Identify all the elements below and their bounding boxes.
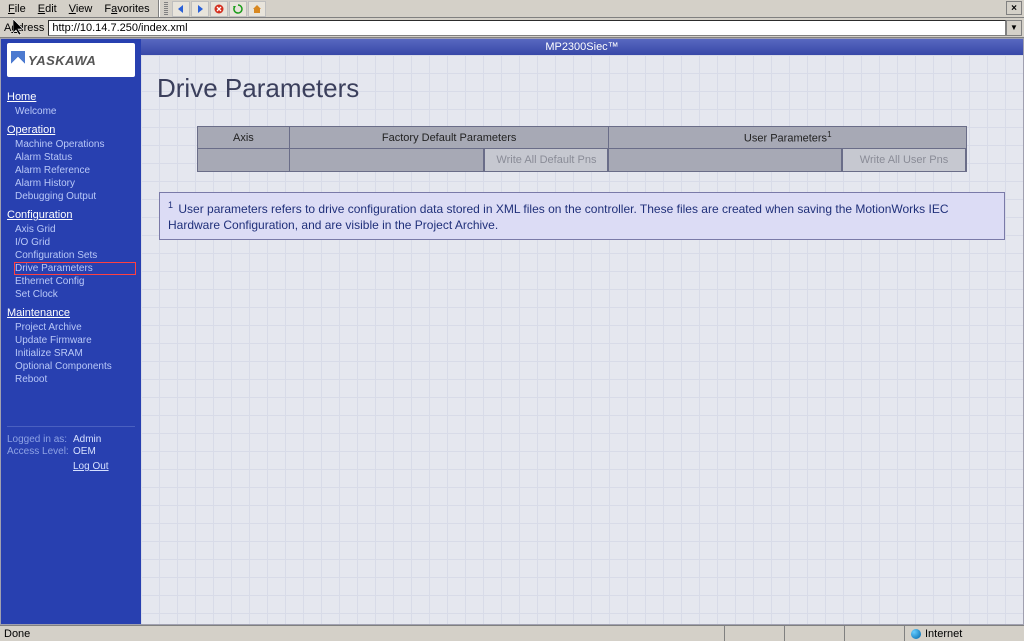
factory-blank xyxy=(290,149,485,171)
user-action-cell: Write All User Pns xyxy=(609,149,967,172)
sidebar: YASKAWA Home Welcome Operation Machine O… xyxy=(1,39,141,624)
footnote-text: User parameters refers to drive configur… xyxy=(168,202,949,232)
factory-action-cell: Write All Default Pns xyxy=(289,149,609,172)
home-button[interactable] xyxy=(248,1,266,17)
nav-section-configuration[interactable]: Configuration xyxy=(7,209,135,221)
status-cell-3 xyxy=(844,626,904,641)
sidebar-item-alarm-reference[interactable]: Alarm Reference xyxy=(15,165,135,176)
forward-button[interactable] xyxy=(191,1,209,17)
parameters-table: Axis Factory Default Parameters User Par… xyxy=(197,126,967,172)
address-dropdown-button[interactable]: ▼ xyxy=(1006,20,1022,36)
col-factory-default: Factory Default Parameters xyxy=(289,127,609,149)
col-axis: Axis xyxy=(198,127,290,149)
back-button[interactable] xyxy=(172,1,190,17)
menu-items: FFileile EditEdit ViewView FavoritesFavo… xyxy=(0,0,159,17)
write-all-user-button[interactable]: Write All User Pns xyxy=(842,149,966,171)
content-area: Drive Parameters Axis Factory Default Pa… xyxy=(141,55,1023,624)
sidebar-item-update-firmware[interactable]: Update Firmware xyxy=(15,335,135,346)
nav-section-maintenance[interactable]: Maintenance xyxy=(7,307,135,319)
sidebar-item-set-clock[interactable]: Set Clock xyxy=(15,289,135,300)
sidebar-item-machine-operations[interactable]: Machine Operations xyxy=(15,139,135,150)
window-close-button[interactable]: × xyxy=(1006,1,1022,15)
menu-file[interactable]: FFileile xyxy=(2,2,32,16)
globe-icon xyxy=(911,629,921,639)
footnote-box: 1 User parameters refers to drive config… xyxy=(159,192,1005,240)
access-level-label: Access Level: xyxy=(7,446,73,457)
logout-link[interactable]: Log Out xyxy=(73,461,135,472)
col-user-parameters: User Parameters1 xyxy=(609,127,967,149)
sidebar-item-welcome[interactable]: Welcome xyxy=(15,106,135,117)
user-blank xyxy=(609,149,842,171)
sidebar-item-drive-parameters[interactable]: Drive Parameters xyxy=(15,263,135,274)
sidebar-item-debugging-output[interactable]: Debugging Output xyxy=(15,191,135,202)
logged-in-as-label: Logged in as: xyxy=(7,434,73,445)
address-input[interactable] xyxy=(48,20,1006,36)
sidebar-item-axis-grid[interactable]: Axis Grid xyxy=(15,224,135,235)
logged-in-as-value: Admin xyxy=(73,434,101,445)
home-icon xyxy=(252,4,262,14)
sidebar-item-optional-components[interactable]: Optional Components xyxy=(15,361,135,372)
menu-favorites[interactable]: FavoritesFavorites xyxy=(98,2,155,16)
axis-cell-empty xyxy=(198,149,290,172)
sidebar-item-io-grid[interactable]: I/O Grid xyxy=(15,237,135,248)
status-cell-2 xyxy=(784,626,844,641)
sidebar-item-project-archive[interactable]: Project Archive xyxy=(15,322,135,333)
brand-text: YASKAWA xyxy=(28,53,96,68)
sidebar-item-ethernet-config[interactable]: Ethernet Config xyxy=(15,276,135,287)
app-container: YASKAWA Home Welcome Operation Machine O… xyxy=(0,38,1024,625)
status-zone-text: Internet xyxy=(925,628,962,640)
write-all-default-button[interactable]: Write All Default Pns xyxy=(484,149,608,171)
toolbar-grip xyxy=(164,2,168,16)
refresh-button[interactable] xyxy=(229,1,247,17)
sidebar-item-initialize-sram[interactable]: Initialize SRAM xyxy=(15,348,135,359)
nav-section-operation[interactable]: Operation xyxy=(7,124,135,136)
status-cell-1 xyxy=(724,626,784,641)
browser-toolbar xyxy=(159,0,267,17)
forward-arrow-icon xyxy=(195,4,205,14)
page-title: Drive Parameters xyxy=(157,73,1007,104)
main: MP2300Siec™ Drive Parameters Axis Factor… xyxy=(141,39,1023,624)
browser-statusbar: Done Internet xyxy=(0,625,1024,641)
menu-edit[interactable]: EditEdit xyxy=(32,2,63,16)
address-label: AddressAddress xyxy=(2,22,48,34)
stop-icon xyxy=(214,4,224,14)
product-titlebar: MP2300Siec™ xyxy=(141,39,1023,55)
back-arrow-icon xyxy=(176,4,186,14)
refresh-icon xyxy=(233,4,243,14)
footnote-marker: 1 xyxy=(168,200,173,210)
nav-section-home[interactable]: Home xyxy=(7,91,135,103)
sidebar-item-reboot[interactable]: Reboot xyxy=(15,374,135,385)
menu-view[interactable]: ViewView xyxy=(63,2,99,16)
status-zone: Internet xyxy=(904,626,1024,641)
sidebar-item-alarm-status[interactable]: Alarm Status xyxy=(15,152,135,163)
brand-mark-icon xyxy=(11,51,25,69)
brand-logo: YASKAWA xyxy=(7,43,135,77)
status-text: Done xyxy=(0,628,724,640)
session-info: Logged in as: Admin Access Level: OEM Lo… xyxy=(7,426,135,472)
browser-addressbar: AddressAddress ▼ xyxy=(0,18,1024,38)
sidebar-item-alarm-history[interactable]: Alarm History xyxy=(15,178,135,189)
stop-button[interactable] xyxy=(210,1,228,17)
access-level-value: OEM xyxy=(73,446,96,457)
sidebar-item-configuration-sets[interactable]: Configuration Sets xyxy=(15,250,135,261)
browser-menubar: FFileile EditEdit ViewView FavoritesFavo… xyxy=(0,0,1024,18)
